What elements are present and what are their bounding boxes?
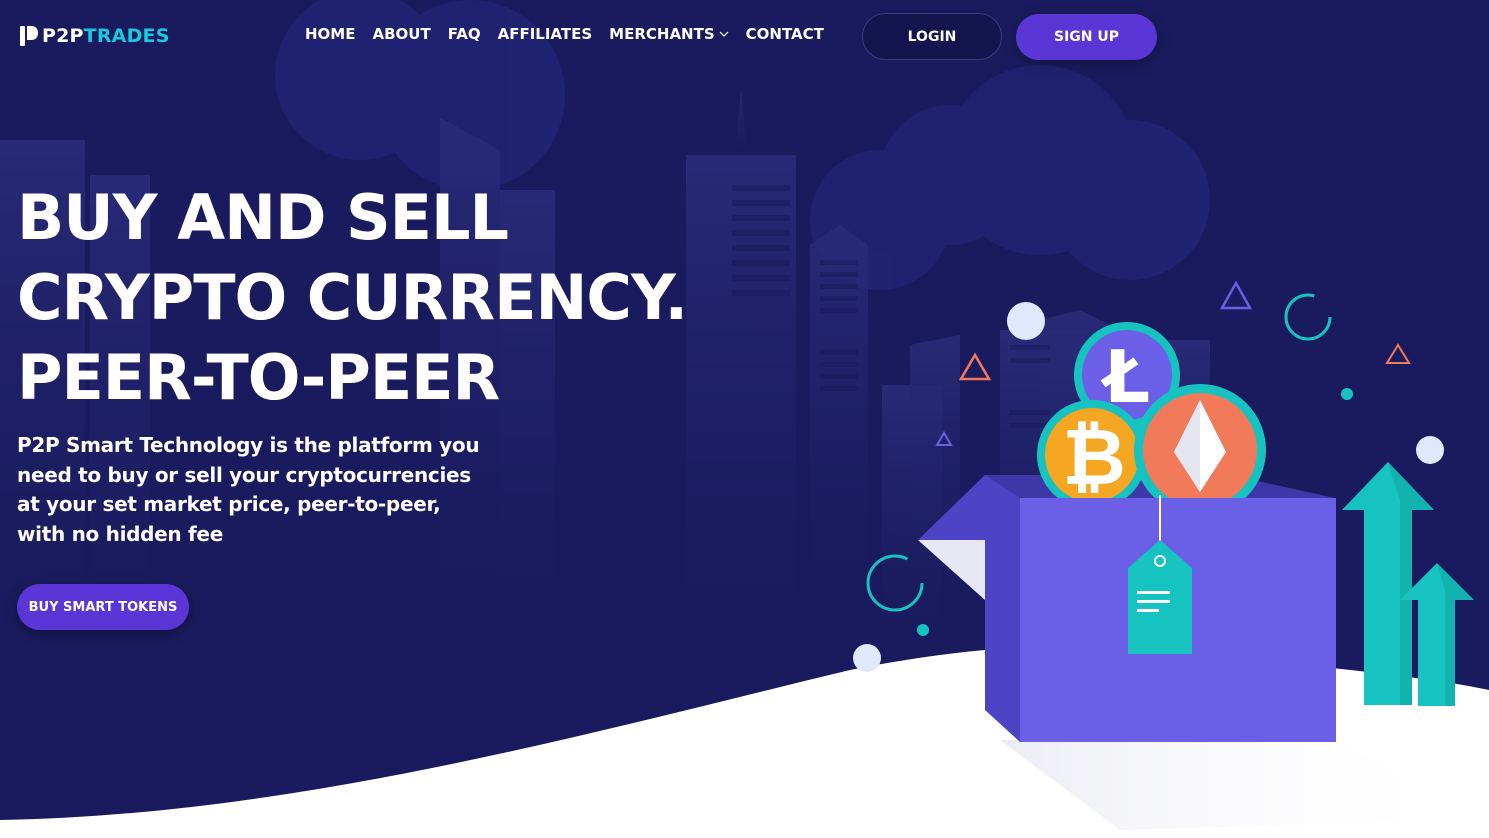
logo-text-p2p: P2P [42,25,84,47]
nav-affiliates[interactable]: AFFILIATES [498,25,593,43]
deco-circle [1007,302,1045,340]
login-button[interactable]: LOGIN [862,13,1002,60]
background-illustration: Ł ₿ [0,0,1489,838]
nav-merchants-label: MERCHANTS [609,25,715,43]
deco-circle [1416,436,1444,464]
chevron-down-icon [719,31,729,37]
buy-smart-tokens-button[interactable]: BUY SMART TOKENS [17,584,189,630]
nav-home[interactable]: HOME [305,25,355,43]
box-side [985,475,1020,742]
deco-dot [1341,388,1353,400]
nav-contact[interactable]: CONTACT [746,25,824,43]
deco-triangle [958,352,992,381]
top-navigation: P2PTRADES HOME ABOUT FAQ AFFILIATES MERC… [0,0,1489,72]
bitcoin-icon: ₿ [1037,400,1147,510]
hero-title: BUY AND SELL CRYPTO CURRENCY. PEER-TO-PE… [17,178,688,418]
logo[interactable]: P2PTRADES [19,24,170,48]
deco-dot [917,624,929,636]
deco-triangle [1385,343,1411,364]
signup-button[interactable]: SIGN UP [1016,14,1157,60]
hero-title-line: CRYPTO CURRENCY. [17,261,688,334]
nav-merchants[interactable]: MERCHANTS [609,25,729,43]
ethereum-icon [1134,384,1266,516]
hero-description: P2P Smart Technology is the platform you… [17,433,480,546]
main-menu: HOME ABOUT FAQ AFFILIATES MERCHANTS CONT… [305,25,841,43]
logo-icon [20,26,38,46]
svg-text:₿: ₿ [1062,413,1126,503]
nav-about[interactable]: ABOUT [372,25,430,43]
deco-triangle [1219,280,1253,310]
nav-faq[interactable]: FAQ [448,25,481,43]
hero-title-line: BUY AND SELL [17,181,509,254]
deco-ring [1284,293,1332,341]
logo-text-trades: TRADES [83,25,170,47]
hero-title-line: PEER-TO-PEER [17,341,500,414]
deco-circle [853,644,881,672]
